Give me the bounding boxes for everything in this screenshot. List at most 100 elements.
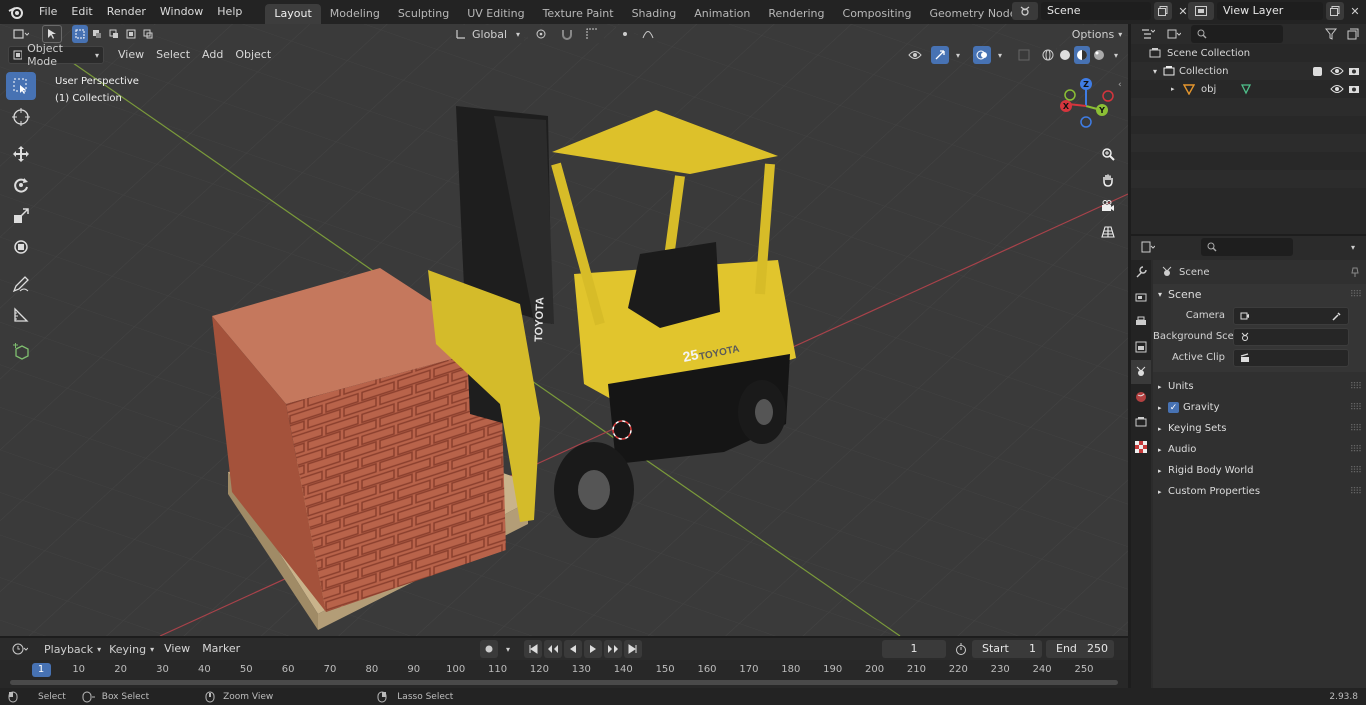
gravity-checkbox[interactable]: ✓ — [1168, 402, 1179, 413]
end-frame-field[interactable]: End 250 — [1046, 640, 1114, 658]
background-scene-field[interactable] — [1233, 327, 1349, 346]
start-frame-field[interactable]: Start 1 — [972, 640, 1042, 658]
gravity-panel-header[interactable]: ▸ ✓ Gravity ⠿⠿ — [1153, 397, 1366, 418]
tool-move[interactable] — [6, 140, 36, 168]
camera-view-button[interactable] — [1096, 194, 1120, 218]
playback-dropdown[interactable]: Playback ▾ — [40, 640, 105, 658]
new-scene-button[interactable] — [1154, 2, 1172, 20]
tool-rotate[interactable] — [6, 171, 36, 199]
tool-add-cube[interactable] — [6, 338, 36, 366]
tab-compositing[interactable]: Compositing — [834, 4, 921, 24]
object-expand-arrow[interactable]: ▸ — [1171, 85, 1183, 93]
shading-dropdown[interactable]: ▾ — [1110, 46, 1122, 64]
visibility-dropdown[interactable] — [902, 46, 928, 64]
select-subtract-button[interactable] — [106, 25, 122, 43]
auto-keying-toggle[interactable] — [480, 640, 498, 658]
viewport-menu-view[interactable]: View — [112, 46, 150, 64]
timeline-ruler[interactable]: 1 10 20 30 40 50 60 70 80 90 100 110 120 130 140 150 160… — [0, 662, 1128, 680]
outliner-row-object[interactable]: ▸ obj — [1131, 80, 1366, 98]
outliner-row-collection[interactable]: ▾ Collection — [1131, 62, 1366, 80]
tool-transform[interactable] — [6, 233, 36, 261]
navigation-gizmo[interactable]: Z Y X — [1056, 76, 1116, 136]
filter-dropdown[interactable] — [1320, 25, 1344, 43]
tab-sculpting[interactable]: Sculpting — [389, 4, 458, 24]
xray-toggle[interactable] — [1015, 46, 1033, 64]
menu-window[interactable]: Window — [153, 0, 210, 24]
render-camera-icon[interactable] — [1348, 66, 1360, 76]
proportional-falloff-dropdown[interactable] — [638, 25, 658, 43]
tab-tool[interactable] — [1131, 260, 1151, 284]
properties-editor-type-button[interactable] — [1135, 238, 1161, 256]
mesh-data-icon[interactable] — [1240, 83, 1252, 95]
tab-scene[interactable] — [1131, 360, 1151, 384]
outliner-editor-type-button[interactable] — [1135, 25, 1161, 43]
tool-scale[interactable] — [6, 202, 36, 230]
new-view-layer-button[interactable] — [1326, 2, 1344, 20]
tab-shading[interactable]: Shading — [623, 4, 686, 24]
snap-target-dropdown[interactable] — [580, 25, 604, 43]
pan-button[interactable] — [1096, 168, 1120, 192]
shading-solid-button[interactable] — [1057, 46, 1073, 64]
transform-orientation-dropdown[interactable]: Global ▾ — [452, 25, 524, 43]
custom-properties-panel-header[interactable]: ▸ Custom Properties ⠿⠿ — [1153, 481, 1366, 502]
collection-exclude-checkbox[interactable] — [1313, 66, 1322, 76]
select-tool-button[interactable] — [42, 25, 62, 43]
tool-select-box[interactable] — [6, 72, 36, 100]
timeline-menu-marker[interactable]: Marker — [196, 640, 246, 658]
jump-keyframe-next-button[interactable] — [604, 640, 622, 658]
select-new-button[interactable] — [72, 25, 88, 43]
gizmo-neg-y[interactable] — [1064, 89, 1076, 101]
delete-view-layer-button[interactable]: ✕ — [1347, 2, 1363, 20]
viewport-menu-object[interactable]: Object — [229, 46, 277, 64]
preview-range-toggle[interactable] — [952, 640, 970, 658]
play-button[interactable] — [584, 640, 602, 658]
tab-output[interactable] — [1131, 310, 1151, 334]
zoom-button[interactable] — [1096, 142, 1120, 166]
blender-logo-icon[interactable] — [0, 0, 32, 24]
gizmo-toggle[interactable] — [931, 46, 949, 64]
scene-panel-header[interactable]: ▾ Scene ⠿⠿ — [1153, 284, 1366, 305]
select-intersect-button[interactable] — [140, 25, 156, 43]
collection-expand-arrow[interactable]: ▾ — [1153, 67, 1163, 76]
gizmo-neg-z[interactable] — [1080, 116, 1092, 128]
sidebar-collapse-arrow[interactable]: ‹ — [1118, 80, 1122, 90]
gizmo-dropdown[interactable]: ▾ — [952, 46, 964, 64]
active-clip-field[interactable] — [1233, 348, 1349, 367]
keying-sets-panel-header[interactable]: ▸ Keying Sets ⠿⠿ — [1153, 418, 1366, 439]
tab-view-layer[interactable] — [1131, 335, 1151, 359]
scene-browse-button[interactable] — [1012, 2, 1038, 20]
visibility-eye-icon[interactable] — [1330, 66, 1344, 76]
menu-help[interactable]: Help — [210, 0, 249, 24]
perspective-toggle-button[interactable] — [1096, 220, 1120, 244]
overlay-toggle[interactable] — [973, 46, 991, 64]
view-layer-name-field[interactable]: View Layer — [1217, 2, 1323, 20]
shading-material-button[interactable] — [1074, 46, 1090, 64]
tab-texture[interactable] — [1131, 435, 1151, 459]
current-frame-field[interactable]: 1 — [882, 640, 946, 658]
pivot-point-dropdown[interactable] — [528, 25, 554, 43]
display-mode-dropdown[interactable] — [1161, 25, 1187, 43]
select-invert-button[interactable] — [123, 25, 139, 43]
camera-field[interactable] — [1233, 306, 1349, 325]
tool-measure[interactable] — [6, 301, 36, 329]
audio-panel-header[interactable]: ▸ Audio ⠿⠿ — [1153, 439, 1366, 460]
overlay-dropdown[interactable]: ▾ — [994, 46, 1006, 64]
rigid-body-world-panel-header[interactable]: ▸ Rigid Body World ⠿⠿ — [1153, 460, 1366, 481]
tab-modeling[interactable]: Modeling — [321, 4, 389, 24]
viewport-menu-select[interactable]: Select — [150, 46, 196, 64]
timeline-menu-view[interactable]: View — [158, 640, 196, 658]
tab-layout[interactable]: Layout — [265, 4, 321, 24]
scene-name-field[interactable]: Scene — [1041, 2, 1151, 20]
tab-animation[interactable]: Animation — [685, 4, 759, 24]
visibility-eye-icon[interactable] — [1330, 84, 1344, 94]
view-layer-browse-button[interactable] — [1188, 2, 1214, 20]
outliner-search-input[interactable] — [1191, 25, 1283, 43]
keying-dropdown[interactable]: Keying ▾ — [105, 640, 158, 658]
tab-render[interactable] — [1131, 285, 1151, 309]
tool-cursor[interactable] — [6, 103, 36, 131]
options-dropdown[interactable]: Options ▾ — [1070, 25, 1124, 43]
viewport-menu-add[interactable]: Add — [196, 46, 229, 64]
menu-render[interactable]: Render — [100, 0, 153, 24]
eyedropper-icon[interactable] — [1332, 311, 1342, 321]
editor-type-button[interactable] — [6, 25, 36, 43]
